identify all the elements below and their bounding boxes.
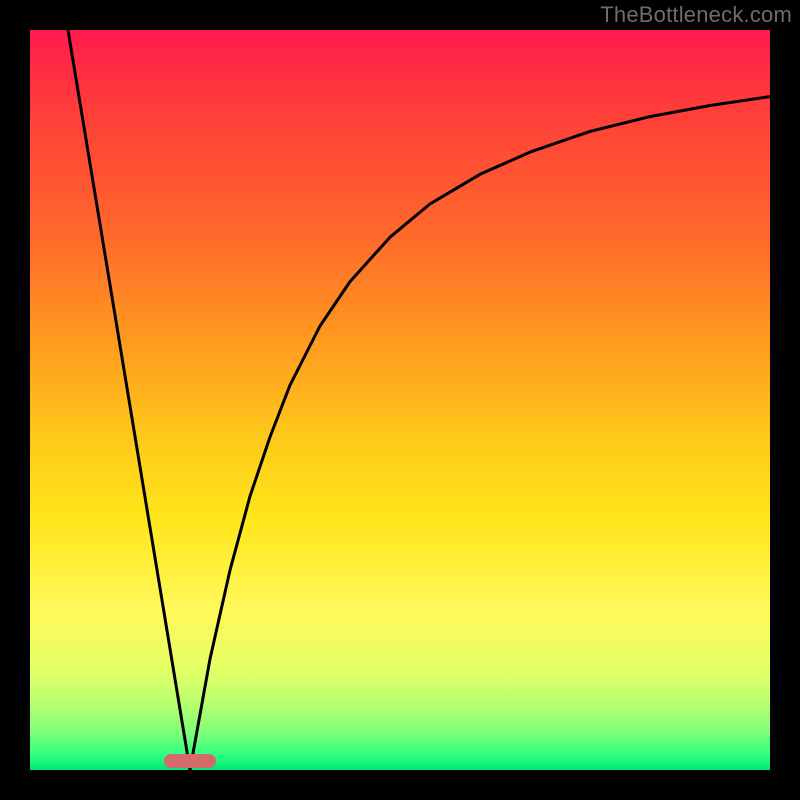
chart-stage: TheBottleneck.com [0,0,800,800]
watermark-text: TheBottleneck.com [600,2,792,28]
optimal-marker [164,754,216,768]
curve-layer [30,30,770,770]
bottleneck-curve [68,30,770,770]
gradient-plot-area [30,30,770,770]
